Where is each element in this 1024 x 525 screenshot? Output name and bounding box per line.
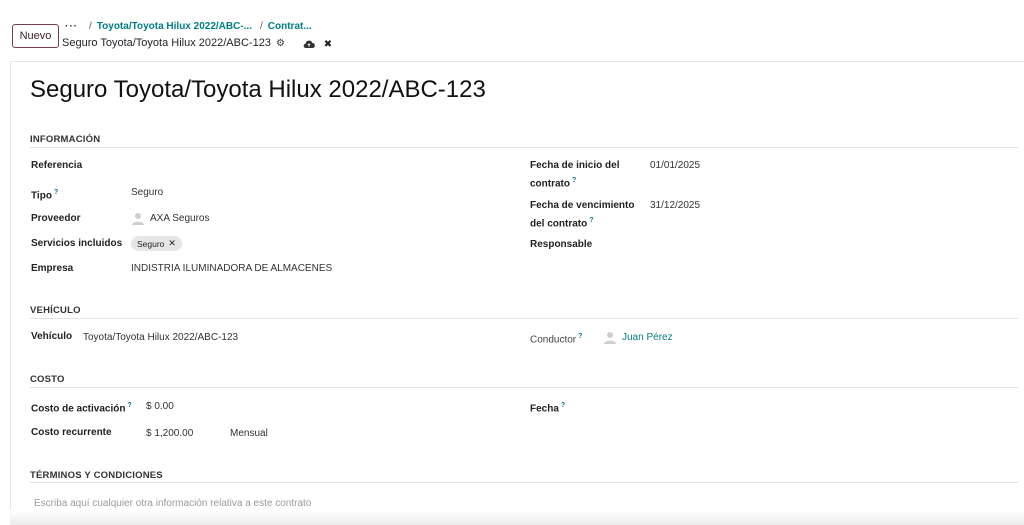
fecha-field[interactable] <box>650 398 950 413</box>
help-icon[interactable]: ? <box>578 333 582 340</box>
costo-activacion-field[interactable]: $ 0.00 <box>146 399 174 414</box>
section-divider <box>30 147 1018 148</box>
new-button[interactable]: Nuevo <box>12 24 59 48</box>
section-terminos: TÉRMINOS Y CONDICIONES <box>30 470 163 481</box>
breadcrumb: ··· / Toyota/Toyota Hilux 2022/ABC-... /… <box>65 21 312 32</box>
conductor-label: Conductor? <box>530 333 583 346</box>
referencia-label: Referencia <box>31 160 83 171</box>
section-vehiculo: VEHÍCULO <box>30 305 81 316</box>
servicio-tag-label: Seguro <box>137 238 165 249</box>
servicio-tag[interactable]: Seguro ✕ <box>131 236 182 251</box>
proveedor-field[interactable]: AXA Seguros <box>131 211 209 226</box>
tag-remove-icon[interactable]: ✕ <box>168 238 176 249</box>
help-icon[interactable]: ? <box>589 217 593 224</box>
tipo-field[interactable]: Seguro <box>131 185 163 200</box>
empresa-field[interactable]: INDISTRIA ILUMINADORA DE ALMACENES <box>131 261 332 276</box>
tipo-label: Tipo? <box>31 189 59 202</box>
user-avatar-icon <box>604 332 616 345</box>
fecha-vencimiento-label: Fecha de vencimiento del contrato? <box>530 200 635 230</box>
help-icon[interactable]: ? <box>127 402 131 409</box>
fecha-inicio-field[interactable]: 01/01/2025 <box>650 158 700 173</box>
frecuencia-select[interactable]: Mensual <box>230 426 268 441</box>
fecha-label: Fecha? <box>530 402 566 415</box>
breadcrumb-separator: / <box>260 21 263 32</box>
costo-activacion-label: Costo de activación? <box>31 402 132 415</box>
breadcrumb-more-icon[interactable]: ··· <box>65 21 78 32</box>
control-panel: Nuevo ··· / Toyota/Toyota Hilux 2022/ABC… <box>0 0 1024 60</box>
conductor-value: Juan Pérez <box>622 332 673 343</box>
save-cloud-icon[interactable] <box>302 37 316 51</box>
breadcrumb-contracts-link[interactable]: Contrat... <box>268 21 312 32</box>
costo-recurrente-label: Costo recurrente <box>31 427 112 438</box>
record-name: Seguro Toyota/Toyota Hilux 2022/ABC-123 <box>62 37 271 49</box>
record-title: Seguro Toyota/Toyota Hilux 2022/ABC-123 <box>30 76 486 103</box>
current-record: Seguro Toyota/Toyota Hilux 2022/ABC-123 … <box>62 37 285 49</box>
servicios-label: Servicios incluidos <box>31 238 123 249</box>
proveedor-value: AXA Seguros <box>150 213 210 224</box>
discard-close-icon[interactable]: ✖ <box>321 37 335 51</box>
section-costo: COSTO <box>30 374 65 385</box>
terminos-textarea[interactable]: Escriba aquí cualquier otra información … <box>34 498 311 509</box>
section-informacion: INFORMACIÓN <box>30 134 101 145</box>
referencia-field[interactable] <box>131 158 431 173</box>
section-divider <box>30 318 1018 319</box>
responsable-field[interactable] <box>650 237 950 252</box>
proveedor-label: Proveedor <box>31 213 81 224</box>
empresa-label: Empresa <box>31 263 74 274</box>
help-icon[interactable]: ? <box>561 402 565 409</box>
section-divider <box>30 387 1018 388</box>
form-sheet <box>10 61 1024 525</box>
costo-recurrente-field[interactable]: $ 1,200.00 <box>146 426 193 441</box>
breadcrumb-vehicle-link[interactable]: Toyota/Toyota Hilux 2022/ABC-... <box>97 21 252 32</box>
vehiculo-label: Vehículo <box>31 331 73 342</box>
section-divider <box>30 482 1018 483</box>
responsable-label: Responsable <box>530 239 593 250</box>
breadcrumb-separator: / <box>89 21 92 32</box>
help-icon[interactable]: ? <box>54 189 58 196</box>
bottom-shadow <box>10 510 1024 525</box>
gear-icon[interactable]: ⚙ <box>276 38 285 49</box>
fecha-vencimiento-field[interactable]: 31/12/2025 <box>650 198 700 213</box>
fecha-inicio-label: Fecha de inicio del contrato? <box>530 160 620 190</box>
vehiculo-field[interactable]: Toyota/Toyota Hilux 2022/ABC-123 <box>83 330 238 345</box>
help-icon[interactable]: ? <box>572 177 576 184</box>
user-avatar-icon <box>132 213 144 226</box>
conductor-field[interactable]: Juan Pérez <box>603 330 673 345</box>
